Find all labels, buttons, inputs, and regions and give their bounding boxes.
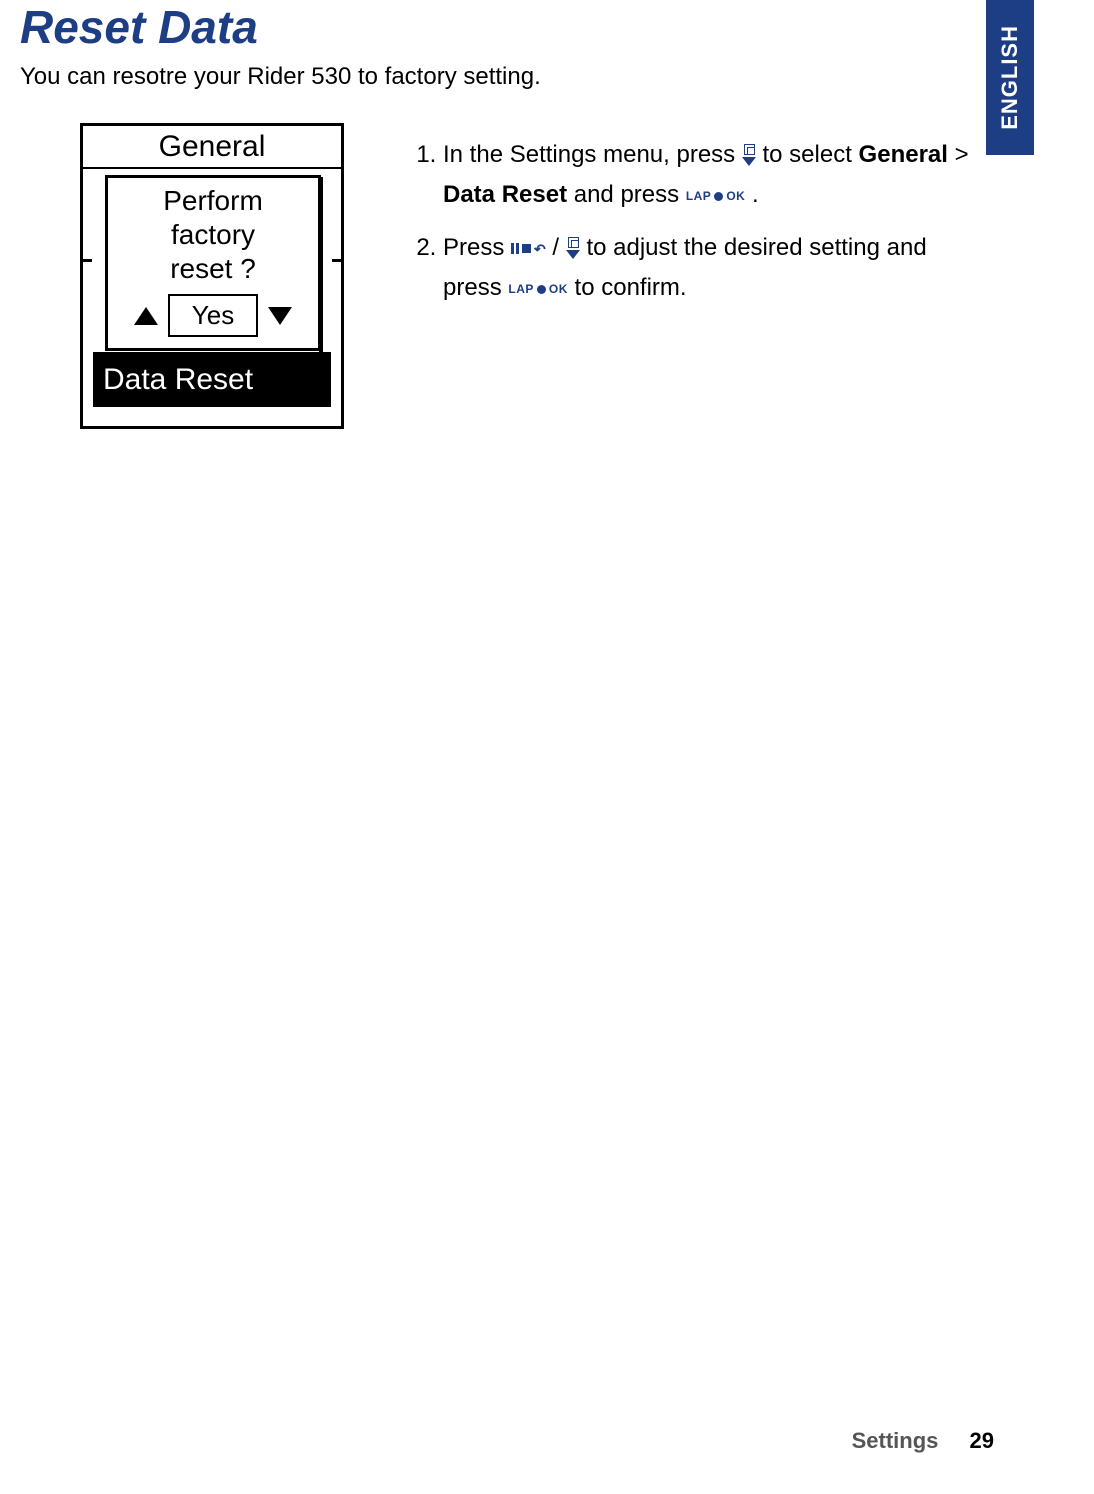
step-1: In the Settings menu, press to select Ge…: [443, 135, 974, 216]
stop-icon: [522, 244, 531, 253]
manual-page: ENGLISH Reset Data You can resotre your …: [0, 0, 1094, 1494]
device-screen-title: General: [83, 126, 341, 169]
ok-label: OK: [549, 269, 568, 309]
dialog-line-1: Perform: [108, 184, 318, 218]
up-arrow-icon: [134, 307, 158, 325]
page-down-icon: [566, 237, 580, 259]
page-down-icon: [742, 144, 756, 166]
lap-label: LAP: [508, 269, 534, 309]
pause-stop-back-icon: ↶: [511, 243, 546, 254]
instruction-steps: In the Settings menu, press to select Ge…: [415, 135, 974, 321]
lap-ok-icon: LAP OK: [508, 269, 568, 309]
footer-page-number: 29: [970, 1428, 994, 1453]
step-1-text-d: .: [752, 181, 759, 208]
intro-text: You can resotre your Rider 530 to factor…: [20, 63, 541, 91]
back-icon: ↶: [534, 244, 546, 254]
page-title: Reset Data: [20, 0, 258, 54]
step-1-general: General: [859, 141, 948, 168]
device-dialog: Perform factory reset ? Yes: [105, 175, 321, 351]
step-2-text-a: Press: [443, 234, 511, 261]
device-dialog-options: Yes: [108, 294, 318, 337]
device-menu-selected: Data Reset: [93, 352, 331, 407]
dialog-line-3: reset ?: [108, 252, 318, 286]
device-screen: General Data Reset Perform factory reset…: [80, 123, 344, 429]
step-2-text-c: to confirm.: [575, 274, 687, 301]
language-tab-label: ENGLISH: [997, 25, 1023, 130]
record-dot-icon: [714, 192, 723, 201]
step-1-datareset: Data Reset: [443, 181, 567, 208]
device-tick-left: [80, 259, 92, 262]
device-dialog-text: Perform factory reset ?: [108, 178, 318, 286]
step-2: Press ↶ / to adjust the desired setting …: [443, 228, 974, 309]
lap-label: LAP: [686, 176, 712, 216]
device-tick-right: [332, 259, 344, 262]
language-tab: ENGLISH: [986, 0, 1034, 155]
step-2-slash: /: [552, 234, 565, 261]
step-1-gt: >: [955, 141, 969, 168]
record-dot-icon: [537, 285, 546, 294]
footer-section: Settings: [852, 1428, 939, 1453]
ok-label: OK: [726, 176, 745, 216]
step-1-text-b: to select: [763, 141, 859, 168]
pause-icon: [511, 243, 519, 254]
device-screen-body: Data Reset Perform factory reset ? Yes: [83, 169, 341, 427]
step-1-text-a: In the Settings menu, press: [443, 141, 742, 168]
page-footer: Settings 29: [852, 1428, 994, 1454]
lap-ok-icon: LAP OK: [686, 176, 746, 216]
dialog-line-2: factory: [108, 218, 318, 252]
device-dialog-option: Yes: [168, 294, 258, 337]
step-1-text-c: and press: [574, 181, 686, 208]
down-arrow-icon: [268, 307, 292, 325]
